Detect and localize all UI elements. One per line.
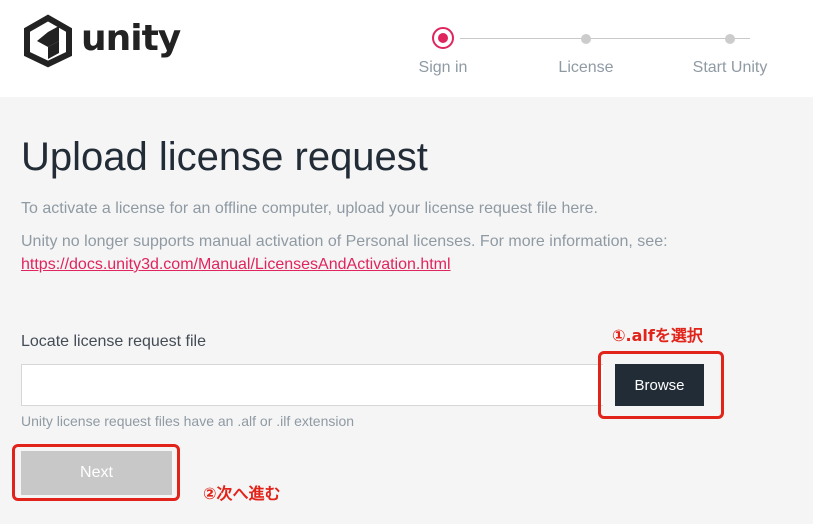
license-file-input[interactable] (21, 364, 603, 406)
step-label: Start Unity (692, 59, 768, 76)
file-field-label: Locate license request file (21, 333, 206, 350)
progress-stepper: Sign in License Start Unity (400, 26, 790, 86)
next-annotation-text: ②次へ進む (203, 484, 281, 503)
browse-annotation-text: ①.alfを選択 (612, 326, 703, 345)
step-dot-icon (581, 34, 591, 44)
file-extension-hint: Unity license request files have an .alf… (21, 413, 355, 429)
header: unity Sign in License Start Unity (0, 0, 813, 97)
browse-annotation-frame (598, 351, 724, 419)
logo-text: unity (81, 17, 181, 59)
next-annotation-frame (12, 444, 180, 501)
step-label: Sign in (418, 59, 468, 76)
unity-cube-icon (24, 14, 72, 68)
unity-logo[interactable]: unity (21, 14, 181, 68)
description-text: Unity no longer supports manual activati… (21, 233, 668, 250)
step-active-dot-icon (432, 27, 454, 49)
step-connector (460, 38, 750, 39)
page-title: Upload license request (21, 135, 428, 179)
documentation-link[interactable]: https://docs.unity3d.com/Manual/Licenses… (21, 256, 451, 274)
step-label: License (558, 59, 614, 76)
description-text: To activate a license for an offline com… (21, 200, 598, 217)
step-dot-icon (725, 34, 735, 44)
